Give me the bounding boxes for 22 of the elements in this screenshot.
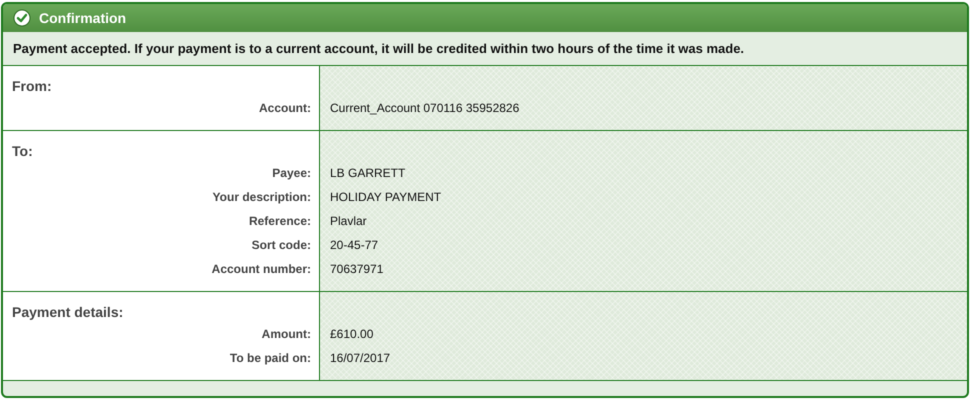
field-value: 20-45-77 xyxy=(330,237,378,254)
field-value: Plavlar xyxy=(330,213,367,230)
field-label: To be paid on: xyxy=(230,350,311,367)
confirmation-message: Payment accepted. If your payment is to a current account, it will be credited within two hours of the time it was made. xyxy=(13,40,744,58)
field-label: Amount: xyxy=(262,326,311,343)
field-value: 16/07/2017 xyxy=(330,350,390,367)
field-value: £610.00 xyxy=(330,326,374,343)
field-value: Current_Account 070116 35952826 xyxy=(330,100,520,117)
field-label: Account number: xyxy=(212,261,311,278)
field-value: LB GARRETT xyxy=(330,165,406,182)
section-heading: From: xyxy=(12,77,52,96)
field-label: Sort code: xyxy=(252,237,311,254)
section-heading: To: xyxy=(12,142,33,161)
field-label: Your description: xyxy=(212,189,311,206)
field-label: Payee: xyxy=(272,165,311,182)
check-icon xyxy=(13,9,31,27)
section-heading: Payment details: xyxy=(12,303,124,322)
field-value: 70637971 xyxy=(330,261,384,278)
field-label: Account: xyxy=(259,100,311,117)
field-label: Reference: xyxy=(248,213,311,230)
panel-title: Confirmation xyxy=(39,8,126,28)
field-value: HOLIDAY PAYMENT xyxy=(330,189,442,206)
